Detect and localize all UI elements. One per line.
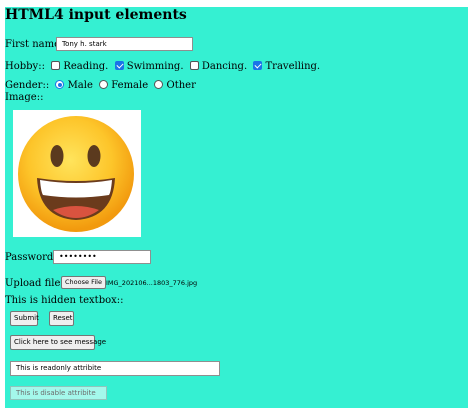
page-title: HTML4 input elements: [5, 7, 187, 23]
disabled-input: This is disable attribite: [10, 386, 107, 400]
first-name-input[interactable]: Tony h. stark: [56, 37, 193, 51]
choose-file-button[interactable]: Choose File: [61, 276, 106, 289]
hobby-swimming-label: Swimming.: [126, 61, 184, 72]
checkbox-swimming[interactable]: [114, 61, 124, 70]
hobby-travelling-label: Travelling.: [265, 61, 321, 72]
gender-row: Gender:: Male Female Other: [5, 80, 196, 91]
image-label: Image::: [5, 92, 44, 103]
hobby-row: Hobby:: Reading. Swimming. Dancing. Trav…: [5, 61, 320, 72]
gender-female-label: Female: [111, 80, 149, 91]
readonly-input[interactable]: This is readonly attribite: [10, 361, 220, 376]
password-label: Password::: [5, 252, 61, 263]
gender-label: Gender::: [5, 80, 50, 91]
hobby-reading-label: Reading.: [63, 61, 109, 72]
page-container: HTML4 input elements First name:: Tony h…: [5, 7, 468, 408]
password-input[interactable]: ••••••••: [53, 250, 151, 264]
show-message-button[interactable]: Click here to see message: [10, 335, 106, 350]
image-frame: [13, 110, 141, 237]
hobby-dancing-label: Dancing.: [201, 61, 248, 72]
reset-button[interactable]: Reset: [49, 311, 74, 326]
radio-female[interactable]: [99, 80, 109, 89]
upload-filename: IMG_202106...1803_776.jpg: [106, 279, 198, 287]
gender-male-label: Male: [67, 80, 93, 91]
hobby-label: Hobby::: [5, 61, 45, 72]
upload-label: Upload file::: [5, 278, 68, 289]
radio-other[interactable]: [154, 80, 164, 89]
grinning-face-emoji-icon: [18, 116, 134, 232]
radio-male[interactable]: [55, 80, 65, 89]
checkbox-travelling[interactable]: [253, 61, 263, 70]
gender-other-label: Other: [166, 80, 196, 91]
checkbox-dancing[interactable]: [189, 61, 199, 70]
hidden-textbox-label: This is hidden textbox::: [5, 295, 124, 306]
submit-button[interactable]: Submit: [10, 311, 39, 326]
checkbox-reading[interactable]: [51, 61, 61, 70]
